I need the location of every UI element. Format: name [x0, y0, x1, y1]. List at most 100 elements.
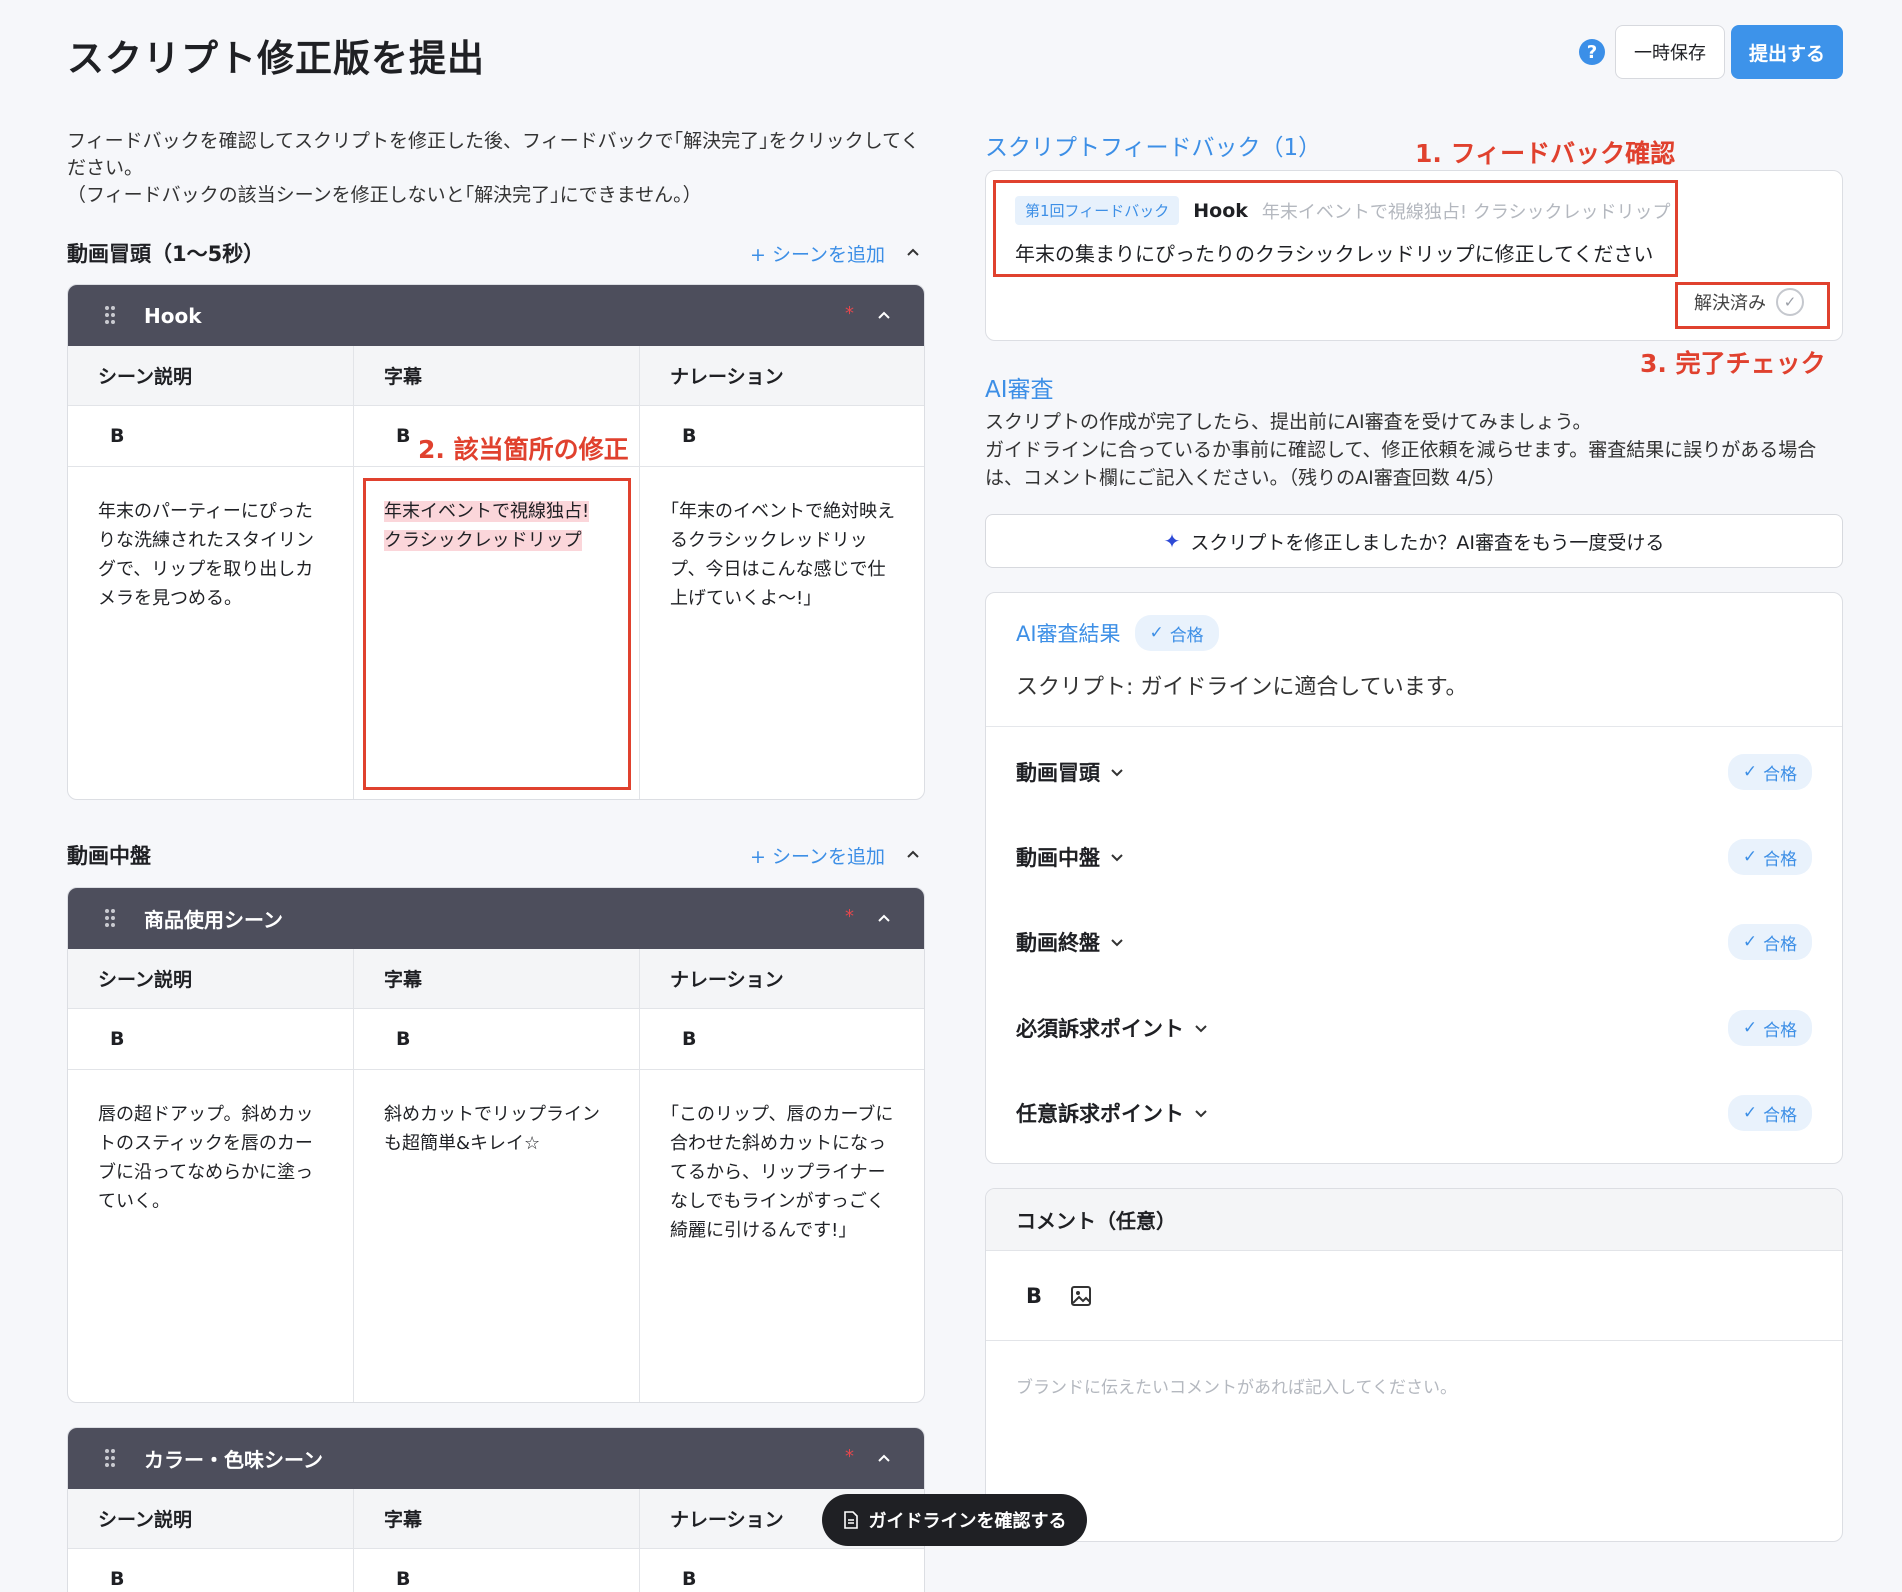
chevron-down-icon [1111, 939, 1123, 947]
column-header-subtitle: 字幕 [354, 346, 640, 406]
ai-result-header: AI審査結果 ✓ 合格 [1016, 615, 1219, 651]
bold-button[interactable]: B [68, 406, 354, 467]
category-label: 必須訴求ポイント [1016, 1017, 1184, 1041]
chevron-up-icon[interactable] [876, 307, 892, 323]
comment-panel: コメント（任意） B ブランドに伝えたいコメントがあれば記入してください。 [985, 1188, 1843, 1542]
drag-handle-icon[interactable] [104, 1448, 116, 1468]
annotation-box-subtitle [363, 478, 631, 790]
bold-button[interactable]: B [1026, 1284, 1042, 1308]
bold-button[interactable]: B [354, 1549, 640, 1592]
check-icon: ✓ [1742, 932, 1758, 952]
check-icon: ✓ [1742, 1103, 1758, 1123]
narration-field[interactable]: ｢このリップ、唇のカーブに合わせた斜めカットになってるから、リップライナーなしで… [640, 1070, 924, 1402]
pass-label: 合格 [1763, 764, 1798, 785]
column-header-subtitle: 字幕 [354, 1489, 640, 1549]
pass-label: 合格 [1763, 849, 1798, 870]
annotation-step2: 2. 該当箇所の修正 [418, 435, 629, 464]
pass-badge: ✓ 合格 [1728, 1010, 1812, 1046]
check-icon: ✓ [1149, 623, 1164, 643]
pass-label: 合格 [1169, 625, 1204, 646]
comment-title: コメント（任意） [986, 1189, 1842, 1251]
category-label: 任意訴求ポイント [1016, 1102, 1184, 1126]
column-header-narration: ナレーション [640, 346, 924, 406]
ai-review-description: スクリプトの作成が完了したら、提出前にAI審査を受けてみましょう。 ガイドライン… [985, 408, 1843, 492]
pass-badge: ✓ 合格 [1728, 839, 1812, 875]
pass-label: 合格 [1763, 934, 1798, 955]
scene-card-product-use: 商品使用シーン * シーン説明 字幕 ナレーション B B B 唇の超ドアップ。… [67, 887, 925, 1403]
chevron-up-icon[interactable] [876, 1450, 892, 1466]
bold-button[interactable]: B [640, 1009, 924, 1070]
category-row-opening[interactable]: 動画冒頭 ✓ 合格 [1016, 752, 1812, 792]
page-title: スクリプト修正版を提出 [67, 37, 485, 80]
scene-card-color: カラー・色味シーン * シーン説明 字幕 ナレーション B B B [67, 1427, 925, 1592]
column-header-subtitle: 字幕 [354, 949, 640, 1009]
bold-button[interactable]: B [640, 406, 924, 467]
chevron-up-icon[interactable] [906, 245, 920, 259]
check-icon: ✓ [1742, 847, 1758, 867]
bold-button[interactable]: B [354, 1009, 640, 1070]
submit-button[interactable]: 提出する [1731, 25, 1843, 79]
divider [986, 726, 1842, 727]
pass-badge: ✓ 合格 [1728, 924, 1812, 960]
scene-name: 商品使用シーン [144, 908, 283, 932]
scene-name: Hook [144, 303, 202, 328]
category-row-middle[interactable]: 動画中盤 ✓ 合格 [1016, 837, 1812, 877]
category-label: 動画終盤 [1016, 931, 1100, 955]
image-icon[interactable] [1070, 1285, 1092, 1307]
sparkle-icon: ✦ [1163, 529, 1181, 553]
section-title-opening: 動画冒頭（1〜5秒） [67, 242, 265, 266]
comment-input[interactable]: ブランドに伝えたいコメントがあれば記入してください。 [986, 1341, 1842, 1430]
scene-header: 商品使用シーン * [68, 888, 924, 949]
annotation-box-feedback [993, 180, 1678, 277]
category-row-optional-points[interactable]: 任意訴求ポイント ✓ 合格 [1016, 1093, 1812, 1133]
ai-review-rerun-button[interactable]: ✦ スクリプトを修正しましたか？AI審査をもう一度受ける [985, 514, 1843, 568]
bold-button[interactable]: B [640, 1549, 924, 1592]
save-draft-button[interactable]: 一時保存 [1615, 25, 1725, 79]
category-row-ending[interactable]: 動画終盤 ✓ 合格 [1016, 922, 1812, 962]
instructions: フィードバックを確認してスクリプトを修正した後、フィードバックで｢解決完了｣をク… [67, 128, 927, 209]
ai-result-summary: スクリプト: ガイドラインに適合しています。 [1016, 675, 1468, 700]
bold-button[interactable]: B [68, 1549, 354, 1592]
document-icon [843, 1511, 858, 1529]
chevron-up-icon[interactable] [906, 847, 920, 861]
instructions-line1: フィードバックを確認してスクリプトを修正した後、フィードバックで｢解決完了｣をク… [67, 130, 920, 179]
description-field[interactable]: 年末のパーティーにぴったりな洗練されたスタイリングで、リップを取り出しカメラを見… [68, 467, 354, 799]
pass-badge: ✓ 合格 [1728, 754, 1812, 790]
feedback-title: スクリプトフィードバック（1） [985, 135, 1322, 161]
narration-field[interactable]: ｢年末のイベントで絶対映えるクラシックレッドリップ、今日はこんな感じで仕上げてい… [640, 467, 924, 799]
description-field[interactable]: 唇の超ドアップ。斜めカットのスティックを唇のカーブに沿ってなめらかに塗っていく。 [68, 1070, 354, 1402]
annotation-step1: 1. フィードバック確認 [1415, 139, 1676, 168]
ai-result-panel: AI審査結果 ✓ 合格 スクリプト: ガイドラインに適合しています。 動画冒頭 ✓… [985, 592, 1843, 1164]
required-mark: * [845, 303, 854, 324]
ai-result-title: AI審査結果 [1016, 622, 1121, 646]
category-label: 動画冒頭 [1016, 761, 1100, 785]
ai-review-desc2: ガイドラインに合っているか事前に確認して、修正依頼を減らせます。審査結果に誤りが… [985, 439, 1817, 489]
required-mark: * [845, 906, 854, 927]
category-label: 動画中盤 [1016, 846, 1100, 870]
section-title-middle: 動画中盤 [67, 844, 151, 868]
pass-badge: ✓ 合格 [1728, 1095, 1812, 1131]
drag-handle-icon[interactable] [104, 305, 116, 325]
guideline-button[interactable]: ガイドラインを確認する [822, 1494, 1087, 1546]
instructions-line2: （フィードバックの該当シーンを修正しないと｢解決完了｣にできません。） [67, 184, 702, 206]
comment-toolbar: B [986, 1251, 1842, 1341]
add-scene-button[interactable]: + シーンを追加 [750, 842, 885, 869]
annotation-box-resolve [1675, 282, 1830, 329]
subtitle-field[interactable]: 斜めカットでリップラインも超簡単&キレイ☆ [354, 1070, 640, 1402]
column-header-description: シーン説明 [68, 1489, 354, 1549]
help-icon[interactable]: ? [1579, 39, 1605, 65]
chevron-down-icon [1195, 1025, 1207, 1033]
ai-review-title: AI審査 [985, 377, 1054, 403]
ai-review-button-label: スクリプトを修正しましたか？AI審査をもう一度受ける [1190, 531, 1665, 554]
drag-handle-icon[interactable] [104, 908, 116, 928]
pass-label: 合格 [1763, 1105, 1798, 1126]
category-row-required-points[interactable]: 必須訴求ポイント ✓ 合格 [1016, 1008, 1812, 1048]
add-scene-button[interactable]: + シーンを追加 [750, 240, 885, 267]
annotation-step3: 3. 完了チェック [1640, 349, 1826, 378]
column-header-narration: ナレーション [640, 949, 924, 1009]
scene-name: カラー・色味シーン [144, 1448, 323, 1472]
chevron-down-icon [1111, 769, 1123, 777]
bold-button[interactable]: B [68, 1009, 354, 1070]
scene-header: カラー・色味シーン * [68, 1428, 924, 1489]
chevron-up-icon[interactable] [876, 910, 892, 926]
